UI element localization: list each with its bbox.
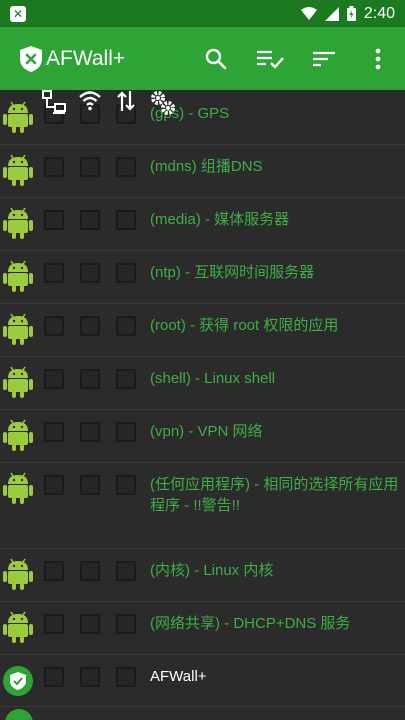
lan-checkbox[interactable]	[44, 614, 64, 634]
app-label: (任何应用程序) - 相同的选择所有应用程序 - !!警告!!	[150, 476, 399, 514]
wifi-checkbox[interactable]	[80, 263, 100, 283]
app-row[interactable]: (网络共享) - DHCP+DNS 服务	[0, 602, 405, 655]
data-checkbox[interactable]	[116, 561, 136, 581]
wifi-checkbox[interactable]	[80, 614, 100, 634]
wifi-checkbox[interactable]	[80, 667, 100, 687]
status-bar: ✕ 2:40	[0, 0, 405, 27]
app-row[interactable]: (vpn) - VPN 网络	[0, 410, 405, 463]
android-icon	[3, 472, 33, 504]
afwall-icon	[3, 666, 33, 696]
data-icon[interactable]	[117, 90, 135, 112]
lan-checkbox[interactable]	[44, 422, 64, 442]
android-icon	[3, 313, 33, 345]
wifi-checkbox[interactable]	[80, 369, 100, 389]
data-checkbox[interactable]	[116, 614, 136, 634]
app-label: (media) - 媒体服务器	[150, 211, 290, 228]
wifi-column-icon[interactable]	[79, 90, 101, 112]
data-checkbox[interactable]	[116, 316, 136, 336]
app-label: (root) - 获得 root 权限的应用	[150, 317, 339, 334]
app-label: (shell) - Linux shell	[150, 370, 276, 387]
signal-icon	[324, 6, 339, 21]
wifi-checkbox[interactable]	[80, 422, 100, 442]
android-icon	[3, 207, 33, 239]
wifi-checkbox[interactable]	[80, 561, 100, 581]
lan-checkbox[interactable]	[44, 210, 64, 230]
search-button[interactable]	[189, 34, 243, 84]
lan-checkbox[interactable]	[44, 561, 64, 581]
app-label: (内核) - Linux 内核	[150, 562, 274, 579]
app-row[interactable]: (mdns) 组播DNS	[0, 145, 405, 198]
sort-icon	[313, 51, 335, 66]
lan-icon[interactable]	[42, 90, 66, 114]
data-checkbox[interactable]	[116, 422, 136, 442]
data-checkbox[interactable]	[116, 263, 136, 283]
wifi-checkbox[interactable]	[80, 316, 100, 336]
data-checkbox[interactable]	[116, 210, 136, 230]
data-checkbox[interactable]	[116, 369, 136, 389]
app-row[interactable]: (shell) - Linux shell	[0, 357, 405, 410]
app-row[interactable]: (media) - 媒体服务器	[0, 198, 405, 251]
lan-checkbox[interactable]	[44, 475, 64, 495]
wifi-checkbox[interactable]	[80, 475, 100, 495]
app-label: (网络共享) - DHCP+DNS 服务	[150, 615, 351, 632]
lan-checkbox[interactable]	[44, 263, 64, 283]
app-label: (ntp) - 互联网时间服务器	[150, 264, 315, 281]
wifi-icon	[300, 6, 317, 20]
lan-checkbox[interactable]	[44, 157, 64, 177]
lan-checkbox[interactable]	[44, 369, 64, 389]
settings-icon[interactable]	[150, 90, 176, 116]
android-icon	[3, 419, 33, 451]
data-checkbox[interactable]	[116, 475, 136, 495]
afwall-logo-icon	[20, 45, 42, 72]
lan-checkbox[interactable]	[44, 316, 64, 336]
app-row[interactable]: (root) - 获得 root 权限的应用	[0, 304, 405, 357]
select-all-icon	[257, 50, 284, 69]
app-row[interactable]: AFWall+	[0, 655, 405, 707]
sort-button[interactable]	[297, 34, 351, 84]
app-row[interactable]: (任何应用程序) - 相同的选择所有应用程序 - !!警告!!	[0, 463, 405, 549]
status-time: 2:40	[363, 4, 395, 22]
data-checkbox[interactable]	[116, 667, 136, 687]
app-list: (gps) - GPS (mdns) 组播DNS (media) - 媒体服务器…	[0, 101, 405, 707]
app-row[interactable]: (内核) - Linux 内核	[0, 549, 405, 602]
android-icon	[3, 611, 33, 643]
lan-checkbox[interactable]	[44, 667, 64, 687]
search-icon	[205, 48, 227, 69]
more-icon	[375, 48, 381, 69]
data-checkbox[interactable]	[116, 157, 136, 177]
column-headers	[0, 90, 405, 115]
android-icon	[3, 154, 33, 186]
app-label: AFWall+	[150, 668, 207, 685]
app-row[interactable]: (ntp) - 互联网时间服务器	[0, 251, 405, 304]
notification-icon: ✕	[10, 5, 26, 22]
battery-icon	[346, 6, 356, 21]
android-icon	[3, 558, 33, 590]
app-label: (mdns) 组播DNS	[150, 158, 263, 175]
select-all-button[interactable]	[243, 34, 297, 84]
app-label: (vpn) - VPN 网络	[150, 423, 263, 440]
app-title: AFWall+	[46, 46, 126, 70]
more-button[interactable]	[351, 34, 405, 84]
android-icon	[3, 366, 33, 398]
wifi-checkbox[interactable]	[80, 157, 100, 177]
toolbar: AFWall+	[0, 27, 405, 90]
wifi-checkbox[interactable]	[80, 210, 100, 230]
android-icon	[3, 260, 33, 292]
next-app-icon	[5, 709, 33, 720]
